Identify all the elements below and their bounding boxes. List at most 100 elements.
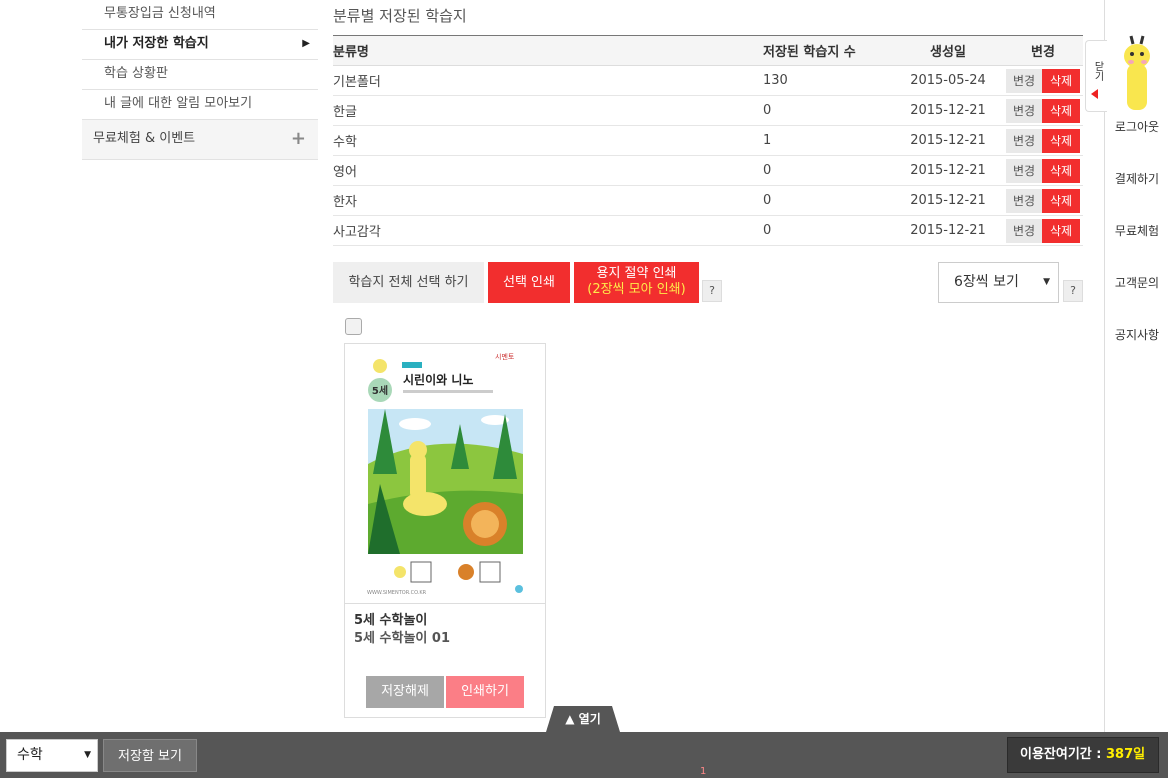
- arrow-left-icon: [1091, 89, 1098, 99]
- row-actions: 변경 삭제: [1003, 155, 1083, 186]
- open-tab-label: ▲ 열기: [565, 712, 601, 726]
- plus-icon[interactable]: +: [291, 120, 306, 158]
- caret-down-icon: ▼: [1043, 277, 1050, 287]
- row-actions: 변경 삭제: [1003, 65, 1083, 96]
- category-name: 영어: [333, 155, 763, 186]
- sidebar-item-notifications[interactable]: 내 글에 대한 알림 모아보기: [82, 90, 318, 120]
- table-row: 한자 0 2015-12-21 변경 삭제: [333, 185, 1083, 216]
- view-count-select[interactable]: 6장씩 보기 ▼: [938, 262, 1059, 303]
- page: 무통장입금 신청내역 내가 저장한 학습지 ▶ 학습 상황판 내 글에 대한 알…: [0, 0, 1168, 778]
- sidebar: 무통장입금 신청내역 내가 저장한 학습지 ▶ 학습 상황판 내 글에 대한 알…: [82, 0, 318, 160]
- sheet-url: WWW.SIMENTOR.CO.KR: [367, 590, 427, 596]
- category-select[interactable]: 수학 ▼: [6, 739, 98, 772]
- sheet-brand: 시멘토: [495, 352, 515, 361]
- saved-view-button[interactable]: 저장함 보기: [103, 739, 197, 772]
- created-date: 2015-12-21: [893, 95, 1003, 126]
- delete-button[interactable]: 삭제: [1042, 128, 1080, 153]
- worksheet-illustration: 5세 시린이와 니노 시멘토 WWW.SIMENTOR.CO.KR: [345, 344, 545, 603]
- print-selected-button[interactable]: 선택 인쇄: [488, 262, 570, 303]
- open-bottom-panel-tab[interactable]: ▲ 열기: [546, 706, 620, 732]
- edit-button[interactable]: 변경: [1006, 128, 1042, 153]
- notice-link[interactable]: 공지사항: [1105, 326, 1168, 343]
- created-date: 2015-12-21: [893, 215, 1003, 246]
- row-actions: 변경 삭제: [1003, 125, 1083, 156]
- delete-button[interactable]: 삭제: [1042, 218, 1080, 243]
- logout-link[interactable]: 로그아웃: [1105, 118, 1168, 135]
- close-tab-label: 닫기: [1092, 61, 1103, 81]
- customer-inquiry-link[interactable]: 고객문의: [1105, 274, 1168, 291]
- sheet-count: 0: [763, 185, 893, 216]
- sheet-count: 0: [763, 155, 893, 186]
- table-row: 한글 0 2015-12-21 변경 삭제: [333, 95, 1083, 126]
- row-actions: 변경 삭제: [1003, 215, 1083, 246]
- delete-button[interactable]: 삭제: [1042, 158, 1080, 183]
- right-quick-menu: 닫기 로그아웃 결제하기 무료체험 고객문의 공지사항: [1085, 0, 1168, 732]
- select-all-button[interactable]: 학습지 전체 선택 하기: [333, 262, 484, 303]
- category-name: 사고감각: [333, 215, 763, 246]
- worksheet-card: 5세 시린이와 니노 시멘토 WWW.SIMENTOR.CO.KR 5세 수학놀…: [344, 343, 546, 718]
- paper-saving-sublabel: (2장씩 모아 인쇄): [587, 282, 686, 297]
- page-title: 분류별 저장된 학습지: [333, 7, 467, 25]
- arrow-right-icon: ▶: [302, 38, 310, 49]
- category-name: 수학: [333, 125, 763, 156]
- edit-button[interactable]: 변경: [1006, 188, 1042, 213]
- card-title: 5세 수학놀이: [354, 613, 428, 628]
- sidebar-item-saved-sheets[interactable]: 내가 저장한 학습지 ▶: [82, 30, 318, 60]
- view-help-button[interactable]: ?: [1063, 280, 1083, 302]
- card-subtitle: 5세 수학놀이 01: [354, 631, 450, 646]
- category-table: 분류명 저장된 학습지 수 생성일 변경 기본폴더 130 2015-05-24 변경…: [333, 35, 1083, 246]
- column-header-name: 분류명: [333, 35, 763, 66]
- table-row: 기본폴더 130 2015-05-24 변경 삭제: [333, 65, 1083, 96]
- category-select-value: 수학: [17, 747, 43, 763]
- category-name: 기본폴더: [333, 65, 763, 96]
- sheet-checkbox[interactable]: [345, 318, 362, 335]
- close-quick-menu-tab[interactable]: 닫기: [1085, 40, 1107, 112]
- table-row: 사고감각 0 2015-12-21 변경 삭제: [333, 215, 1083, 246]
- paper-saving-print-button[interactable]: 용지 절약 인쇄 (2장씩 모아 인쇄): [574, 262, 699, 303]
- print-button[interactable]: 인쇄하기: [446, 676, 524, 708]
- column-header-date: 생성일: [893, 35, 1003, 66]
- paper-saving-label: 용지 절약 인쇄: [596, 266, 677, 281]
- row-actions: 변경 삭제: [1003, 95, 1083, 126]
- unsave-button[interactable]: 저장해제: [366, 676, 444, 708]
- giraffe-mascot-icon: [1124, 35, 1150, 110]
- category-name: 한글: [333, 95, 763, 126]
- created-date: 2015-12-21: [893, 155, 1003, 186]
- remaining-period: 이용잔여기간 : 387일: [1007, 737, 1159, 773]
- delete-button[interactable]: 삭제: [1042, 68, 1080, 93]
- help-button[interactable]: ?: [702, 280, 722, 302]
- sheet-title: 시린이와 니노: [403, 372, 473, 387]
- sidebar-item-progress-board[interactable]: 학습 상황판: [82, 60, 318, 90]
- card-actions: 저장해제 인쇄하기: [366, 676, 524, 708]
- worksheet-thumbnail[interactable]: 5세 시린이와 니노 시멘토 WWW.SIMENTOR.CO.KR: [345, 344, 545, 604]
- delete-button[interactable]: 삭제: [1042, 188, 1080, 213]
- table-header-row: 분류명 저장된 학습지 수 생성일 변경: [333, 35, 1083, 66]
- edit-button[interactable]: 변경: [1006, 98, 1042, 123]
- remaining-period-label: 이용잔여기간 :: [1020, 747, 1107, 762]
- row-actions: 변경 삭제: [1003, 185, 1083, 216]
- toolbar: 학습지 전체 선택 하기 선택 인쇄 용지 절약 인쇄 (2장씩 모아 인쇄) …: [333, 262, 1083, 332]
- column-header-count: 저장된 학습지 수: [763, 35, 893, 66]
- sidebar-item-free-trial-events[interactable]: 무료체험 & 이벤트 +: [82, 120, 318, 160]
- free-trial-link[interactable]: 무료체험: [1105, 222, 1168, 239]
- payment-link[interactable]: 결제하기: [1105, 170, 1168, 187]
- delete-button[interactable]: 삭제: [1042, 98, 1080, 123]
- sheet-count: 130: [763, 65, 893, 96]
- main-content: 분류별 저장된 학습지 분류명 저장된 학습지 수 생성일 변경 기본폴더 130…: [333, 0, 1083, 332]
- edit-button[interactable]: 변경: [1006, 158, 1042, 183]
- caret-down-icon: ▼: [84, 750, 91, 760]
- table-row: 영어 0 2015-12-21 변경 삭제: [333, 155, 1083, 186]
- edit-button[interactable]: 변경: [1006, 218, 1042, 243]
- remaining-period-value: 387일: [1106, 747, 1146, 762]
- sidebar-item-bank-deposit[interactable]: 무통장입금 신청내역: [82, 0, 318, 30]
- sheet-count: 0: [763, 215, 893, 246]
- sheet-count: 1: [763, 125, 893, 156]
- sheet-count: 0: [763, 95, 893, 126]
- view-count-value: 6장씩 보기: [954, 274, 1019, 290]
- created-date: 2015-12-21: [893, 185, 1003, 216]
- category-name: 한자: [333, 185, 763, 216]
- table-row: 수학 1 2015-12-21 변경 삭제: [333, 125, 1083, 156]
- edit-button[interactable]: 변경: [1006, 68, 1042, 93]
- sheet-age-badge: 5세: [372, 384, 388, 397]
- sidebar-item-label: 내가 저장한 학습지: [104, 36, 209, 51]
